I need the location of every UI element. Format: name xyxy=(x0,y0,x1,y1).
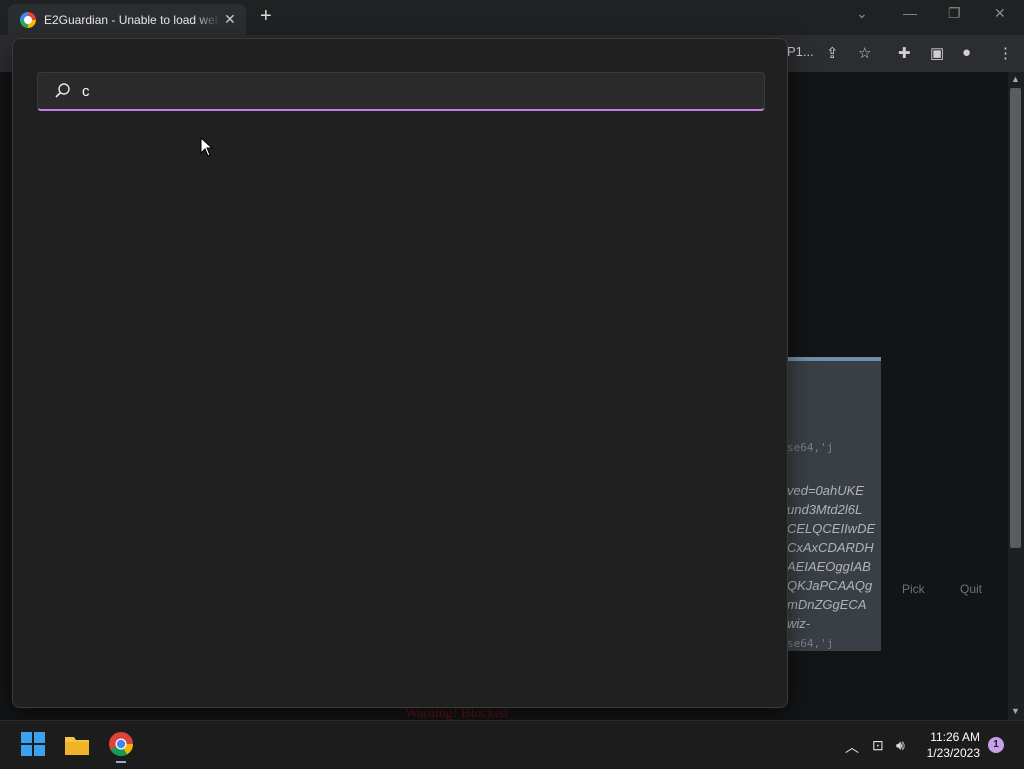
code-text: se64,'j xyxy=(787,637,834,650)
close-window-icon[interactable]: ✕ xyxy=(994,5,1006,22)
windows-start-icon[interactable] xyxy=(20,731,46,757)
google-icon xyxy=(20,11,36,28)
tab-search-icon[interactable]: ⌄ xyxy=(856,5,868,22)
minimize-icon[interactable]: — xyxy=(903,5,917,21)
pick-button[interactable]: Pick xyxy=(902,582,925,596)
windows-taskbar: ︿ ⊡ 🔊︎ 11:26 AM 1/23/2023 1 xyxy=(0,720,1024,769)
file-explorer-icon[interactable] xyxy=(64,731,90,757)
encoded-text-line: wiz- xyxy=(787,616,811,631)
bookmark-star-icon[interactable]: ☆ xyxy=(858,44,871,62)
active-app-indicator xyxy=(116,761,126,763)
profile-icon[interactable]: ● xyxy=(962,44,971,61)
browser-tab[interactable]: E2Guardian - Unable to load web ✕ xyxy=(8,4,246,35)
menu-icon[interactable]: ⋮ xyxy=(998,44,1013,62)
chevron-up-icon[interactable]: ︿ xyxy=(845,737,859,757)
restore-icon[interactable]: ❐ xyxy=(948,5,961,22)
chrome-icon[interactable] xyxy=(108,731,134,757)
tab-title: E2Guardian - Unable to load web xyxy=(44,12,220,27)
encoded-text-line: mDnZGgECA xyxy=(787,597,867,612)
volume-icon[interactable]: 🔊︎ xyxy=(896,737,905,754)
code-text: se64,'j xyxy=(787,441,834,454)
scroll-down-icon[interactable]: ▼ xyxy=(1011,706,1020,716)
extensions-icon[interactable]: ✚ xyxy=(898,44,911,62)
quit-button[interactable]: Quit xyxy=(960,582,982,596)
encoded-text-line: QKJaPCAAQg xyxy=(787,578,873,593)
address-bar-fragment[interactable]: P1... xyxy=(787,44,814,59)
search-box[interactable] xyxy=(37,72,765,111)
network-icon[interactable]: ⊡ xyxy=(872,737,884,754)
encoded-text-line: CxAxCDARDH xyxy=(787,540,874,555)
encoded-text-line: CELQCEIIwDE xyxy=(787,521,876,536)
close-tab-icon[interactable]: ✕ xyxy=(224,11,236,28)
scroll-up-icon[interactable]: ▲ xyxy=(1011,74,1020,84)
background-dialog: se64,'j ved=0ahUKE und3Mtd2l6L CELQCEIIw… xyxy=(787,357,881,651)
encoded-text-line: und3Mtd2l6L xyxy=(787,502,863,517)
system-clock[interactable]: 11:26 AM 1/23/2023 xyxy=(927,729,980,761)
new-tab-button[interactable]: + xyxy=(260,5,272,28)
clock-date: 1/23/2023 xyxy=(926,746,980,760)
clock-time: 11:26 AM xyxy=(930,730,980,744)
notification-badge[interactable]: 1 xyxy=(988,737,1004,753)
scrollbar-thumb[interactable] xyxy=(1010,88,1021,548)
encoded-text-line: ved=0ahUKE xyxy=(787,483,864,498)
mouse-cursor-icon xyxy=(200,137,214,157)
encoded-text-line: AEIAEOggIAB xyxy=(787,559,871,574)
side-panel-icon[interactable]: ▣ xyxy=(930,44,944,62)
search-icon xyxy=(52,80,74,102)
windows-search-panel xyxy=(12,38,788,708)
search-input[interactable] xyxy=(80,81,724,101)
browser-titlebar: E2Guardian - Unable to load web ✕ + ⌄ — … xyxy=(0,0,1024,35)
share-icon[interactable]: ⇪ xyxy=(826,44,839,62)
